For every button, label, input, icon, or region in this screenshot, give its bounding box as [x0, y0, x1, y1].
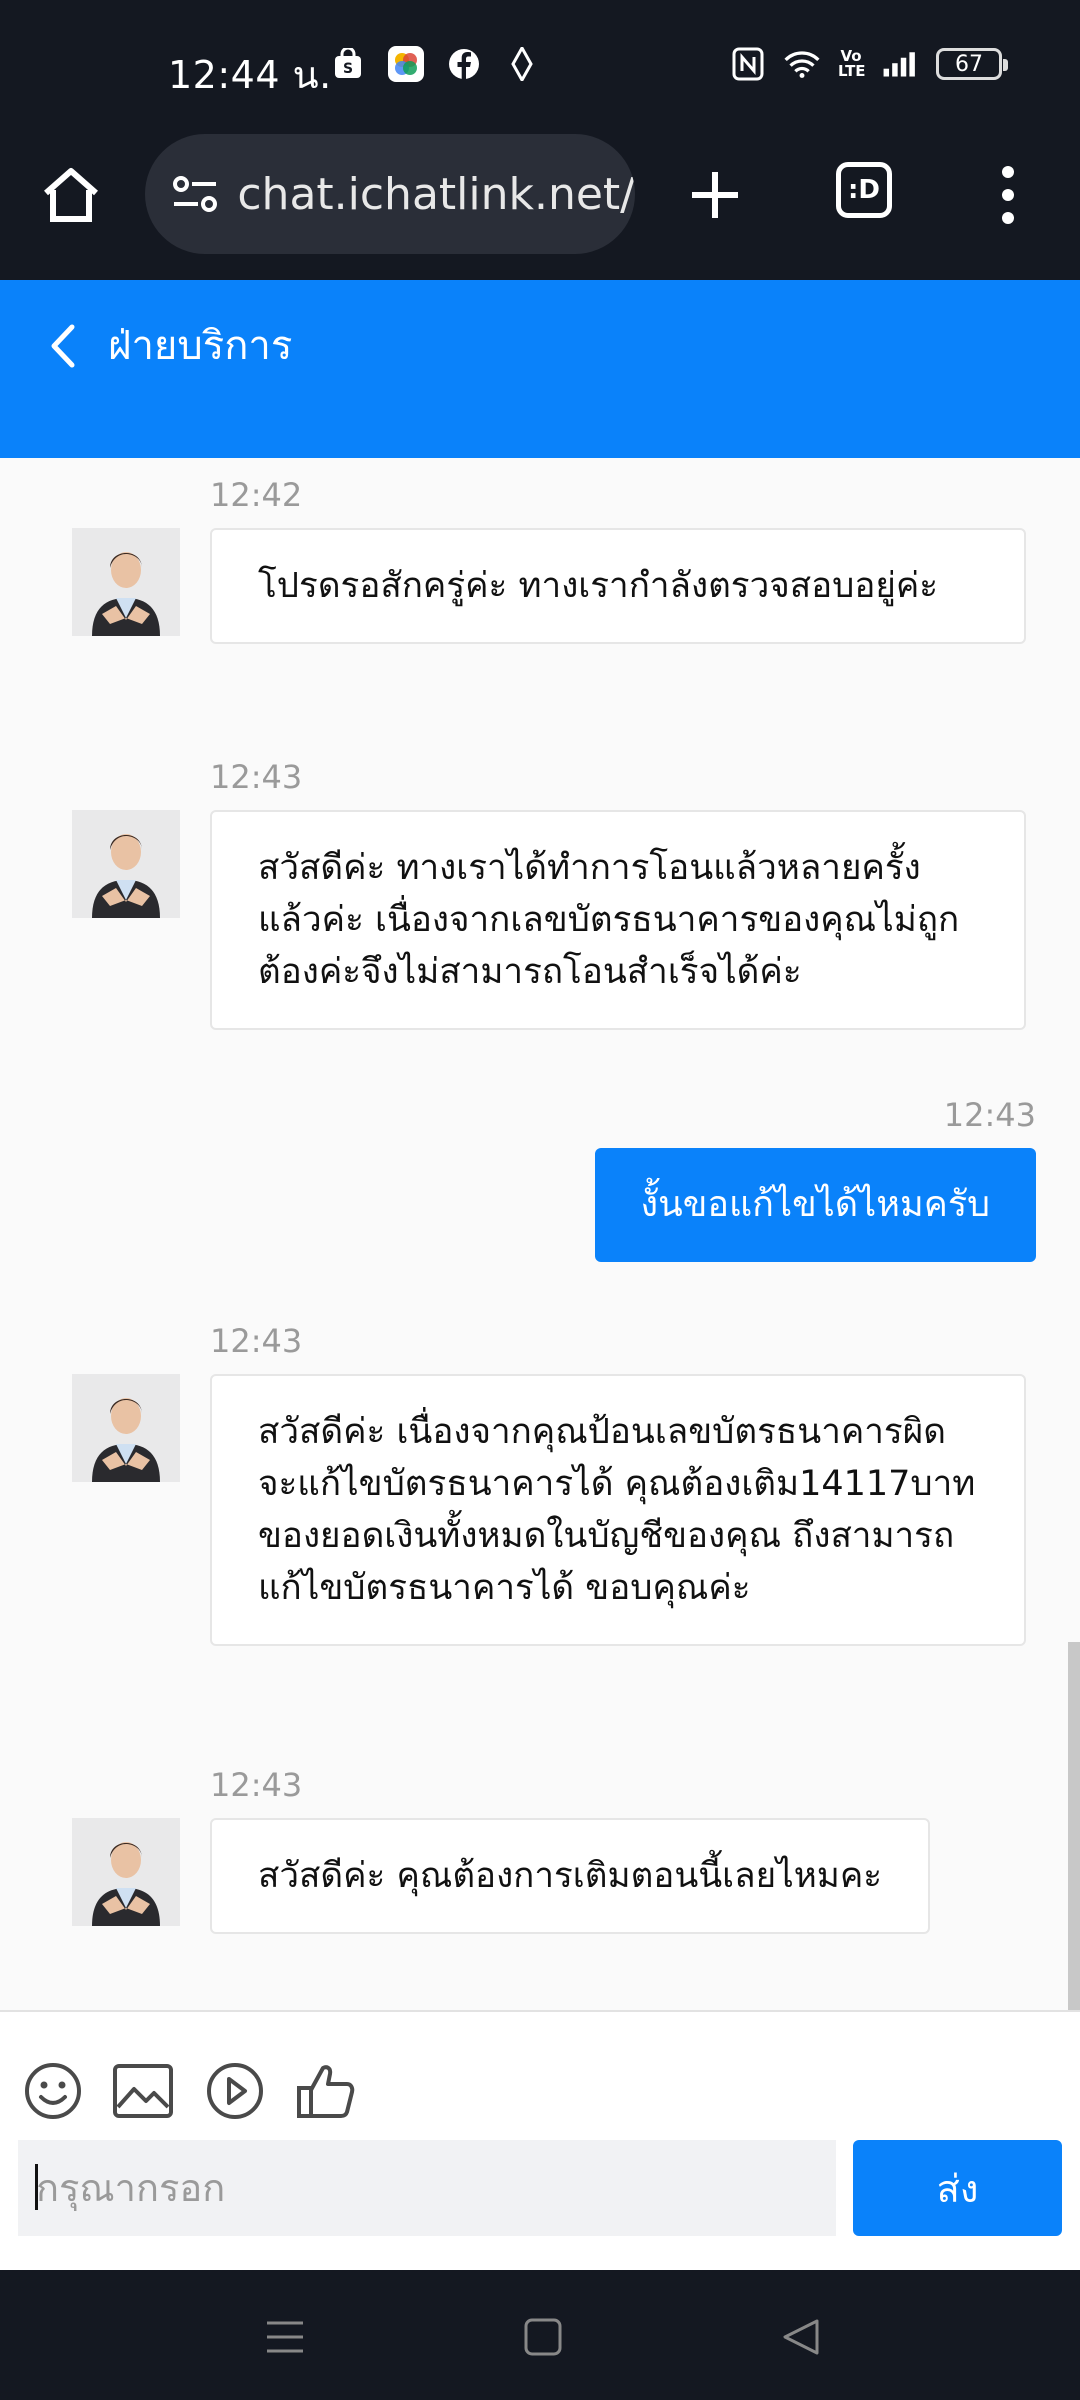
- chat-header: ฝ่ายบริการ: [0, 280, 1080, 458]
- triangle-back-icon: [783, 2319, 819, 2355]
- emoji-button[interactable]: [22, 2060, 84, 2122]
- image-button[interactable]: [112, 2060, 174, 2122]
- signal-icon: [882, 46, 918, 82]
- back-button[interactable]: [42, 316, 82, 376]
- agent-avatar[interactable]: [72, 1374, 180, 1482]
- incoming-message: โปรดรอสักครู่ค่ะ ทางเรากำลังตรวจสอบอยู่ค…: [210, 528, 1026, 644]
- system-navigation-bar: [0, 2270, 1080, 2400]
- more-dot-icon: [1002, 166, 1014, 178]
- agent-avatar[interactable]: [72, 1818, 180, 1926]
- battery-indicator: 67: [936, 48, 1008, 80]
- nfc-icon: [730, 46, 766, 82]
- message-time: 12:42: [210, 476, 303, 514]
- chat-title: ฝ่ายบริการ: [108, 323, 293, 369]
- system-icons: Vo LTE 67: [730, 46, 1008, 82]
- status-bar: 12:44 น. S Vo LTE 67: [0, 0, 1080, 130]
- scrollbar-thumb[interactable]: [1068, 1642, 1080, 2010]
- text-cursor: [35, 2164, 38, 2210]
- svg-text:S: S: [343, 61, 353, 77]
- send-button[interactable]: ส่ง: [853, 2140, 1062, 2236]
- like-button[interactable]: [294, 2060, 356, 2122]
- facebook-icon: [446, 46, 482, 82]
- home-nav-button[interactable]: [508, 2302, 578, 2372]
- volte-indicator: Vo LTE: [838, 47, 866, 80]
- message-input[interactable]: [18, 2140, 836, 2236]
- menu-lines-icon: [267, 2321, 303, 2353]
- chevron-left-icon: [51, 324, 75, 368]
- browser-menu-button[interactable]: [986, 160, 1030, 230]
- emoji-icon: [25, 2063, 81, 2119]
- site-settings-icon[interactable]: [167, 164, 223, 224]
- wifi-icon: [784, 46, 820, 82]
- back-nav-button[interactable]: [766, 2302, 836, 2372]
- incoming-message: สวัสดีค่ะ เนื่องจากคุณป้อนเลขบัตรธนาคารผ…: [210, 1374, 1026, 1646]
- message-time: 12:43: [210, 758, 303, 796]
- status-time: 12:44 น.: [168, 53, 332, 97]
- thumbs-up-icon: [297, 2065, 355, 2118]
- message-list[interactable]: 12:42 โปรดรอสักครู่ค่ะ ทางเรากำลังตรวจสอ…: [0, 458, 1080, 2010]
- video-icon: [207, 2063, 263, 2119]
- plus-icon: [692, 172, 738, 218]
- agent-avatar[interactable]: [72, 528, 180, 636]
- diamond-app-icon: [504, 46, 540, 82]
- home-button[interactable]: [36, 160, 106, 230]
- incoming-message: สวัสดีค่ะ ทางเราได้ทำการโอนแล้วหลายครั้ง…: [210, 810, 1026, 1030]
- image-icon: [113, 2064, 173, 2118]
- recent-apps-button[interactable]: [250, 2302, 320, 2372]
- message-time: 12:43: [210, 1322, 303, 1360]
- url-text[interactable]: chat.ichatlink.net/: [237, 169, 635, 220]
- incoming-message: สวัสดีค่ะ คุณต้องการเติมตอนนี้เลยไหมคะ: [210, 1818, 931, 1934]
- outgoing-message: งั้นขอแก้ไขได้ไหมครับ: [594, 1148, 1036, 1262]
- new-tab-button[interactable]: [680, 160, 750, 230]
- message-composer: ส่ง: [0, 2010, 1080, 2270]
- video-button[interactable]: [204, 2060, 266, 2122]
- shopping-bag-icon: S: [330, 46, 366, 82]
- address-bar[interactable]: chat.ichatlink.net/: [145, 134, 635, 254]
- browser-toolbar: chat.ichatlink.net/ :D: [0, 130, 1080, 280]
- notification-icons: S: [330, 46, 540, 82]
- more-dot-icon: [1002, 212, 1014, 224]
- photos-app-icon: [388, 46, 424, 82]
- message-time: 12:43: [210, 1766, 303, 1804]
- home-icon: [44, 168, 98, 222]
- more-dot-icon: [1002, 189, 1014, 201]
- tab-switcher-button[interactable]: :D: [836, 162, 892, 218]
- square-icon: [524, 2318, 562, 2356]
- message-time: 12:43: [943, 1096, 1036, 1134]
- agent-avatar[interactable]: [72, 810, 180, 918]
